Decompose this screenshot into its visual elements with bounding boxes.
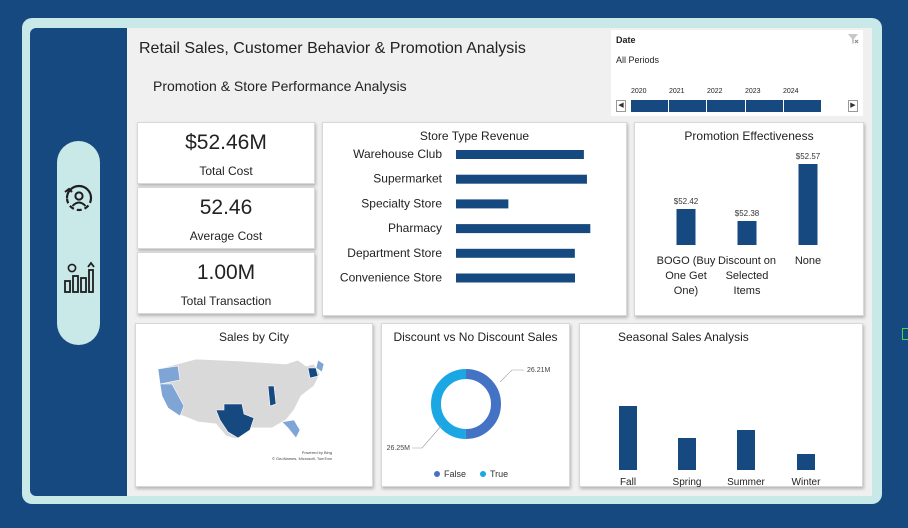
nav-customer-behavior-button[interactable] bbox=[61, 179, 96, 217]
date-range-bar[interactable] bbox=[631, 100, 822, 112]
category-label: BOGO (Buy bbox=[657, 255, 716, 267]
sales-growth-icon bbox=[63, 261, 95, 293]
promotion-bar[interactable] bbox=[798, 164, 818, 245]
slicer-prev-arrow[interactable]: ◀ bbox=[616, 100, 626, 112]
date-slicer-label: Date bbox=[616, 35, 636, 45]
customer-behavior-icon bbox=[63, 184, 92, 212]
store-type-revenue-chart: Warehouse Club Supermarket Specialty Store… bbox=[340, 147, 591, 285]
slicer-year: 2020 bbox=[631, 88, 647, 95]
date-slicer-years: 2020 2021 2022 2023 2024 bbox=[631, 88, 821, 98]
slicer-next-arrow[interactable]: ▶ bbox=[848, 100, 858, 112]
date-slicer[interactable]: Date All Periods 2020 2021 2022 2023 202… bbox=[611, 30, 863, 116]
date-slicer-value: All Periods bbox=[616, 55, 660, 65]
category-label: None bbox=[795, 255, 821, 267]
category-label: Items bbox=[734, 285, 761, 297]
year-segment[interactable] bbox=[631, 100, 669, 112]
store-type-revenue-card[interactable]: Store Type Revenue Warehouse Club Superma… bbox=[322, 122, 627, 316]
revenue-bar[interactable] bbox=[456, 224, 591, 234]
revenue-bar[interactable] bbox=[456, 248, 575, 258]
promotion-effectiveness-card[interactable]: Promotion Effectiveness $52.42 BOGO (Buy O… bbox=[634, 122, 864, 316]
kpi-label: Total Transaction bbox=[180, 294, 272, 308]
data-label: 26.21M bbox=[527, 367, 551, 374]
slicer-year: 2022 bbox=[707, 88, 723, 95]
year-segment[interactable] bbox=[783, 100, 822, 112]
season-bar[interactable] bbox=[737, 430, 755, 470]
navigation-pill bbox=[57, 141, 100, 345]
category-label: Warehouse Club bbox=[353, 147, 442, 161]
seasonal-sales-chart: Fall Spring Summer Winter bbox=[619, 406, 822, 488]
kpi-value: 1.00M bbox=[196, 261, 256, 284]
category-label: Supermarket bbox=[373, 172, 442, 186]
category-label: Pharmacy bbox=[388, 221, 442, 235]
kpi-card-total-cost[interactable]: $52.46M Total Cost bbox=[137, 122, 315, 184]
selection-marker bbox=[902, 328, 908, 340]
category-label: Discount on bbox=[718, 255, 776, 267]
year-segment[interactable] bbox=[669, 100, 707, 112]
kpi-label: Total Cost bbox=[199, 164, 253, 178]
category-label: One Get bbox=[665, 270, 707, 282]
category-label: Convenience Store bbox=[340, 271, 442, 285]
kpi-label: Average Cost bbox=[189, 229, 263, 243]
map-credit-line2: © GeoNames, Microsoft, TomTom bbox=[272, 456, 333, 461]
kpi-card-total-transaction[interactable]: 1.00M Total Transaction bbox=[137, 252, 315, 314]
legend-label: True bbox=[490, 469, 508, 479]
revenue-bar[interactable] bbox=[456, 174, 587, 184]
discount-sales-card[interactable]: Discount vs No Discount Sales 26.21M 26.2… bbox=[381, 323, 570, 487]
donut-slice[interactable] bbox=[431, 369, 467, 439]
page-subtitle: Promotion & Store Performance Analysis bbox=[153, 78, 407, 94]
category-label: Selected bbox=[726, 270, 769, 282]
category-label: Summer bbox=[727, 477, 765, 488]
revenue-bar[interactable] bbox=[456, 150, 584, 159]
legend-label: False bbox=[444, 469, 466, 479]
us-state-shape bbox=[307, 367, 319, 379]
sales-by-city-card[interactable]: Sales by City Powered by Bing © GeoNames… bbox=[135, 323, 373, 487]
data-label: $52.42 bbox=[674, 197, 699, 206]
slicer-year: 2021 bbox=[669, 88, 685, 95]
seasonal-sales-card[interactable]: Seasonal Sales Analysis Fall Spring Summer… bbox=[579, 323, 863, 488]
category-label: Fall bbox=[620, 477, 636, 488]
kpi-value: 52.46 bbox=[199, 196, 253, 219]
legend-marker bbox=[480, 471, 486, 477]
kpi-card-average-cost[interactable]: 52.46 Average Cost bbox=[137, 187, 315, 249]
category-label: Spring bbox=[673, 477, 702, 488]
leader-line bbox=[499, 369, 524, 383]
data-label: $52.38 bbox=[735, 209, 760, 218]
slicer-year: 2024 bbox=[783, 88, 799, 95]
season-bar[interactable] bbox=[619, 406, 637, 470]
slicer-year: 2023 bbox=[745, 88, 761, 95]
category-label: One) bbox=[674, 285, 698, 297]
year-segment[interactable] bbox=[745, 100, 783, 112]
us-state-shape bbox=[281, 419, 301, 439]
season-bar[interactable] bbox=[678, 438, 696, 470]
category-label: Specialty Store bbox=[361, 196, 442, 210]
kpi-value: $52.46M bbox=[185, 131, 267, 154]
dashboard-canvas: Retail Sales, Customer Behavior & Promot… bbox=[30, 28, 872, 496]
promotion-bar[interactable] bbox=[737, 221, 757, 245]
legend-marker bbox=[434, 471, 440, 477]
season-bar[interactable] bbox=[797, 454, 815, 470]
clear-filter-icon[interactable] bbox=[847, 33, 859, 45]
revenue-bar[interactable] bbox=[456, 199, 509, 209]
donut-slice[interactable] bbox=[465, 369, 501, 439]
nav-sales-growth-button[interactable] bbox=[61, 259, 96, 297]
us-sales-map[interactable]: Powered by Bing © GeoNames, Microsoft, T… bbox=[136, 324, 374, 488]
leader-line bbox=[412, 424, 443, 449]
page-title: Retail Sales, Customer Behavior & Promot… bbox=[139, 40, 526, 57]
promotion-effectiveness-chart: $52.42 BOGO (Buy One Get One) $52.38 Discount… bbox=[657, 152, 821, 297]
navigation-sidebar bbox=[30, 28, 127, 496]
category-label: Winter bbox=[792, 477, 822, 488]
year-segment[interactable] bbox=[707, 100, 745, 112]
data-label: 26.25M bbox=[387, 445, 411, 452]
main-content: Retail Sales, Customer Behavior & Promot… bbox=[127, 28, 872, 496]
discount-donut-chart: 26.21M 26.25M False True bbox=[387, 367, 551, 479]
category-label: Department Store bbox=[347, 246, 442, 260]
promotion-bar[interactable] bbox=[676, 209, 696, 245]
map-credit-line1: Powered by Bing bbox=[302, 450, 332, 455]
revenue-bar[interactable] bbox=[456, 273, 575, 283]
data-label: $52.57 bbox=[796, 152, 821, 161]
